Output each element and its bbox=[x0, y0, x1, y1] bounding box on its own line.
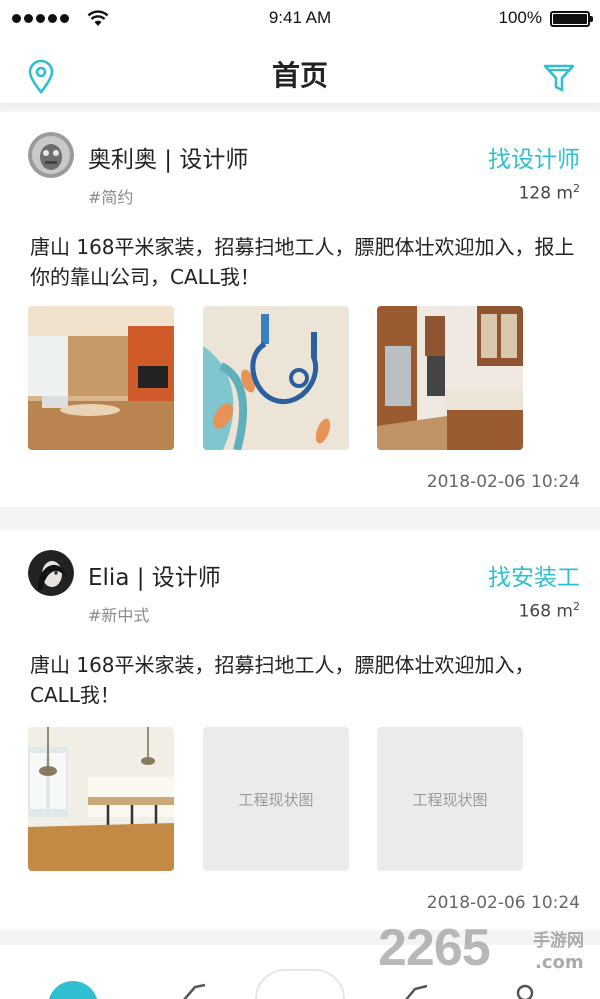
publish-tab-button[interactable] bbox=[255, 969, 345, 999]
kitchen-photo[interactable] bbox=[377, 306, 523, 450]
area-value: 168 m2 bbox=[519, 600, 580, 622]
watermark-domain: .com bbox=[535, 952, 584, 973]
avatar[interactable] bbox=[28, 550, 74, 596]
area-value: 128 m2 bbox=[519, 182, 580, 204]
battery-fill bbox=[553, 14, 587, 24]
author-name[interactable]: Elia | 设计师 bbox=[88, 558, 221, 592]
post-timestamp: 2018-02-06 10:24 bbox=[426, 472, 580, 492]
battery-icon bbox=[550, 11, 593, 27]
area-number: 168 m bbox=[518, 601, 573, 622]
placeholder-label: 工程现状图 bbox=[412, 790, 488, 809]
wall-lamp-photo[interactable] bbox=[203, 306, 349, 450]
style-tag: #简约 bbox=[88, 188, 134, 207]
find-installer-button[interactable]: 找安装工 bbox=[488, 558, 580, 592]
avatar[interactable] bbox=[28, 132, 74, 178]
filter-funnel-icon[interactable] bbox=[542, 60, 576, 94]
author-name[interactable]: 奥利奥 | 设计师 bbox=[88, 140, 248, 174]
post-timestamp: 2018-02-06 10:24 bbox=[426, 893, 580, 913]
site-status-placeholder[interactable]: 工程现状图 bbox=[377, 727, 523, 871]
battery-percent: 100% bbox=[498, 8, 542, 27]
area-number: 128 m bbox=[518, 183, 573, 204]
post-card[interactable]: Elia | 设计师 #新中式 找安装工 168 m2 唐山 168平米家装，招… bbox=[0, 530, 600, 930]
area-unit-exponent: 2 bbox=[573, 182, 580, 195]
watermark-number: 2265 bbox=[378, 919, 491, 977]
post-description: 唐山 168平米家装，招募扫地工人，膘肥体壮欢迎加入，报上你的靠山公司，CALL… bbox=[30, 235, 575, 289]
placeholder-label: 工程现状图 bbox=[238, 790, 314, 809]
tab-icon[interactable] bbox=[175, 981, 215, 999]
dining-room-photo[interactable] bbox=[28, 727, 174, 871]
page-title: 首页 bbox=[271, 59, 328, 92]
navigation-bar: 首页 bbox=[0, 40, 600, 104]
living-room-photo[interactable] bbox=[28, 306, 174, 450]
post-card[interactable]: 奥利奥 | 设计师 #简约 找设计师 128 m2 唐山 168平米家装，招募扫… bbox=[0, 112, 600, 507]
status-bar: 9:41 AM 100% bbox=[0, 0, 600, 40]
find-designer-button[interactable]: 找设计师 bbox=[488, 140, 580, 174]
style-tag: #新中式 bbox=[88, 606, 150, 625]
post-description: 唐山 168平米家装，招募扫地工人，膘肥体壮欢迎加入，CALL我！ bbox=[30, 653, 535, 707]
home-tab-icon[interactable] bbox=[48, 981, 98, 999]
area-unit-exponent: 2 bbox=[573, 600, 580, 613]
site-status-placeholder[interactable]: 工程现状图 bbox=[203, 727, 349, 871]
watermark-site-name: 手游网 bbox=[533, 931, 584, 951]
watermark-logo: 2265 手游网 .com bbox=[378, 918, 598, 988]
